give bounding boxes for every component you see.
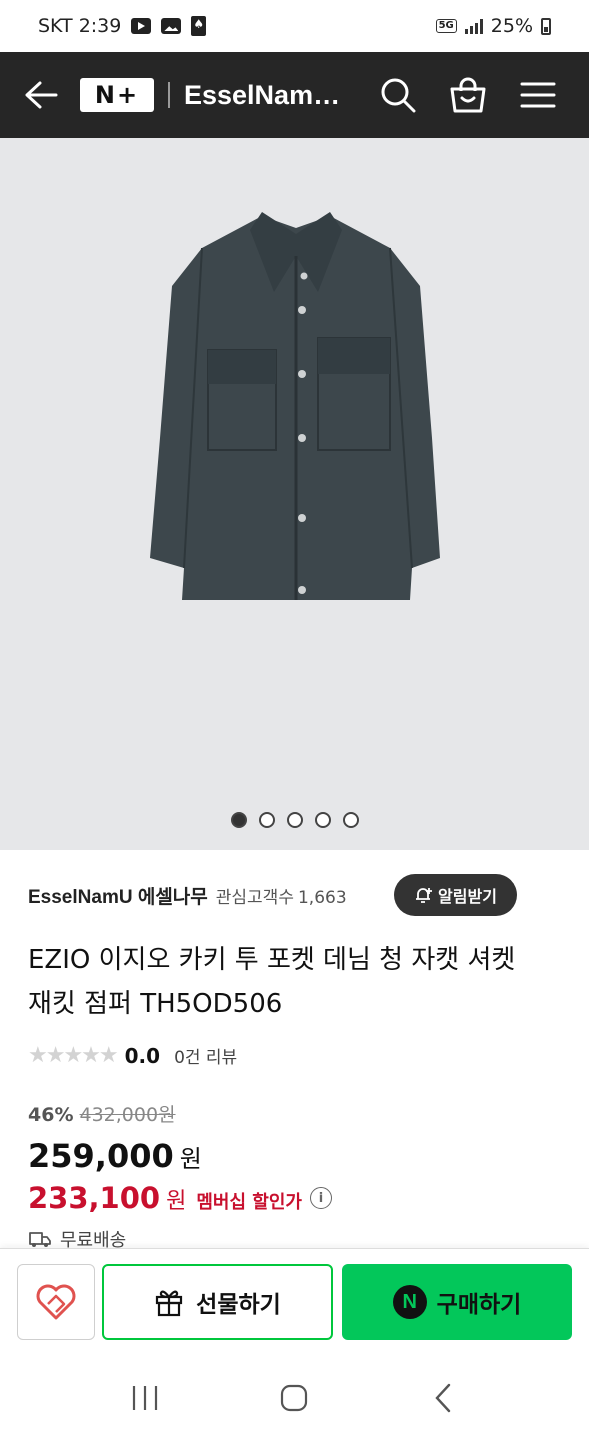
back-nav-button[interactable] — [414, 1368, 474, 1428]
signal-icon — [464, 18, 483, 34]
info-icon[interactable]: i — [309, 1187, 332, 1209]
product-photo — [0, 138, 589, 850]
carrier-time: SKT 2:39 — [38, 15, 122, 37]
carousel-dot-4[interactable] — [314, 812, 331, 828]
gift-label: 선물하기 — [196, 1292, 281, 1318]
search-icon — [381, 78, 416, 113]
battery-icon — [541, 17, 551, 35]
discount-rate: 46% — [28, 1104, 74, 1126]
status-bar: SKT 2:39 5G 25% — [0, 0, 589, 52]
back-chevron-icon — [435, 1383, 451, 1412]
battery-level: 25% — [490, 15, 533, 37]
app-header: N+ EsselNam… — [0, 52, 589, 138]
member-price-row: 233,100 원 멤버십 할인가 i — [28, 1181, 332, 1215]
card-game-icon — [191, 16, 207, 36]
notification-subscribe-button[interactable]: 알림받기 — [394, 874, 517, 916]
home-icon — [281, 1384, 308, 1411]
home-button[interactable] — [264, 1368, 324, 1428]
gallery-icon — [161, 18, 182, 34]
star-rating-icon: ★★★★★ — [28, 1043, 119, 1068]
buy-button[interactable]: N 구매하기 — [342, 1264, 572, 1340]
alarm-label: 알림받기 — [438, 887, 497, 906]
store-title[interactable]: EsselNam… — [184, 80, 354, 111]
member-price-label: 멤버십 할인가 — [196, 1192, 302, 1213]
followers: 관심고객수 1,663 — [216, 883, 347, 908]
price-unit: 원 — [179, 1145, 202, 1173]
naver-pay-icon: N — [392, 1285, 427, 1319]
recent-apps-button[interactable] — [115, 1368, 175, 1428]
menu-button[interactable] — [513, 70, 563, 120]
bell-plus-icon — [416, 888, 433, 903]
shipping-info: 무료배송 — [28, 1228, 126, 1250]
original-price: 432,000원 — [79, 1104, 176, 1126]
delivery-truck-icon — [29, 1232, 51, 1247]
cart-button[interactable] — [443, 70, 493, 120]
back-arrow-icon — [25, 81, 58, 109]
followers-count: 1,663 — [297, 887, 347, 908]
store-name-link[interactable]: EsselNamU 에셀나무 — [28, 882, 208, 909]
member-price-unit: 원 — [166, 1189, 187, 1214]
product-title-line2: 재킷 점퍼 TH5OD506 — [28, 989, 283, 1019]
member-price: 233,100 — [28, 1181, 161, 1215]
menu-icon — [520, 82, 556, 108]
logo-text: N+ — [94, 81, 140, 109]
carousel-dot-3[interactable] — [286, 812, 303, 828]
back-button[interactable] — [16, 70, 66, 120]
purchase-action-bar: 선물하기 N 구매하기 — [0, 1248, 589, 1355]
product-image-carousel[interactable] — [0, 138, 589, 850]
price-row: 259,000 원 — [28, 1137, 202, 1175]
wishlist-button[interactable] — [17, 1264, 95, 1340]
carousel-indicators — [0, 812, 589, 828]
review-count: 0건 리뷰 — [174, 1048, 238, 1068]
rating-score: 0.0 — [124, 1043, 161, 1068]
store-row: EsselNamU 에셀나무 관심고객수 1,663 알림받기 — [28, 874, 561, 916]
shipping-text: 무료배송 — [60, 1230, 127, 1250]
gift-icon — [156, 1290, 183, 1317]
heart-icon — [36, 1284, 76, 1320]
buy-label: 구매하기 — [436, 1292, 522, 1318]
product-title-line1: EZIO 이지오 카키 투 포켓 데님 청 자캣 셔켓 — [28, 945, 516, 975]
product-title: EZIO 이지오 카키 투 포켓 데님 청 자캣 셔켓 재킷 점퍼 TH5OD5… — [28, 938, 568, 1026]
shopping-bag-icon — [450, 77, 486, 113]
carousel-dot-5[interactable] — [342, 812, 359, 828]
naver-plus-logo[interactable]: N+ — [80, 78, 154, 112]
carousel-dot-2[interactable] — [258, 812, 275, 828]
sale-price: 259,000 — [28, 1137, 174, 1175]
search-button[interactable] — [373, 70, 423, 120]
carousel-dot-1[interactable] — [230, 812, 247, 828]
rating-row[interactable]: ★★★★★ 0.0 0건 리뷰 — [28, 1043, 237, 1068]
network-icon: 5G — [435, 19, 457, 33]
followers-label: 관심고객수 — [215, 887, 294, 908]
youtube-icon — [131, 18, 152, 34]
discount-row: 46% 432,000원 — [28, 1100, 176, 1127]
system-navigation-bar — [0, 1355, 589, 1440]
recent-apps-icon — [132, 1385, 157, 1410]
header-divider — [168, 82, 170, 108]
gift-button[interactable]: 선물하기 — [102, 1264, 333, 1340]
